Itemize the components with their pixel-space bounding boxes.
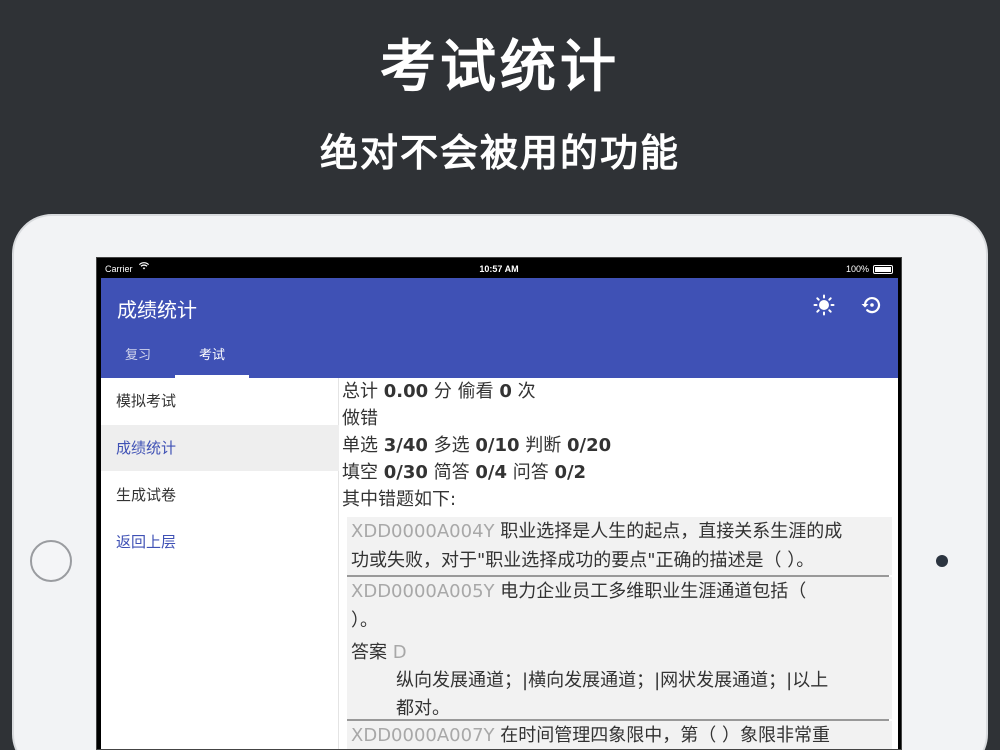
question-id: XDD0000A005Y — [351, 581, 495, 602]
sidebar-item-generate-paper[interactable]: 生成试卷 — [101, 472, 339, 518]
single-value: 3/40 — [383, 435, 428, 456]
sidebar: 模拟考试 成绩统计 生成试卷 返回上层 — [101, 378, 339, 749]
wrong-counts-line-2: 填空 0/30 简答 0/4 问答 0/2 — [342, 459, 586, 486]
peek-count: 0 — [499, 381, 512, 402]
history-icon[interactable] — [858, 292, 884, 318]
total-label: 总计 — [342, 381, 378, 402]
qa-value: 0/2 — [554, 462, 587, 483]
question-id: XDD0000A004Y — [351, 521, 495, 542]
multi-value: 0/10 — [475, 435, 520, 456]
question-text: 电力企业员工多维职业生涯通道包括（ — [500, 581, 807, 602]
question-text-cont: 功或失败，对于"职业选择成功的要点"正确的描述是（ ）。 — [351, 550, 815, 571]
answer-value: D — [392, 642, 407, 663]
question-card[interactable]: XDD0000A005Y 电力企业员工多维职业生涯通道包括（ ）。 答案 D 纵… — [347, 577, 892, 719]
single-label: 单选 — [342, 435, 378, 456]
question-card[interactable]: XDD0000A004Y 职业选择是人生的起点，直接关系生涯的成 功或失败，对于… — [347, 517, 892, 575]
wrong-label: 做错 — [342, 408, 378, 429]
answer-text: 纵向发展通道；|横向发展通道；|网状发展通道；|以上 — [396, 670, 829, 691]
short-label: 简答 — [433, 462, 470, 483]
tab-review[interactable]: 复习 — [101, 344, 175, 378]
judge-value: 0/20 — [566, 435, 612, 456]
sun-icon[interactable] — [811, 292, 837, 318]
app-bar: 成绩统计 复习 考试 — [101, 278, 898, 378]
camera-dot — [936, 555, 948, 567]
total-score: 0.00 — [383, 381, 429, 402]
sidebar-item-back[interactable]: 返回上层 — [101, 519, 339, 565]
page-title: 成绩统计 — [117, 298, 197, 322]
tab-exam[interactable]: 考试 — [175, 344, 249, 378]
multi-label: 多选 — [433, 435, 470, 456]
total-line: 总计 0.00 分 偷看 0 次 — [342, 378, 536, 405]
promo-title: 考试统计 — [380, 35, 620, 100]
question-line: XDD0000A005Y 电力企业员工多维职业生涯通道包括（ — [351, 577, 886, 606]
answer-line: 答案 D — [351, 638, 886, 667]
peek-label: 偷看 — [457, 381, 494, 402]
judge-label: 判断 — [525, 435, 562, 456]
wrong-counts-line-1: 单选 3/40 多选 0/10 判断 0/20 — [342, 432, 611, 459]
question-text: 在时间管理四象限中，第（ ）象限非常重 — [500, 725, 830, 746]
question-text-cont: ）。 — [351, 610, 378, 631]
battery-icon — [873, 265, 893, 274]
status-bar: Carrier 10:57 AM 100% — [99, 261, 899, 277]
promo-subtitle: 绝对不会被用的功能 — [319, 131, 680, 175]
short-value: 0/4 — [475, 462, 507, 483]
sidebar-item-score-stats[interactable]: 成绩统计 — [101, 425, 339, 471]
question-line: XDD0000A004Y 职业选择是人生的起点，直接关系生涯的成 — [351, 517, 886, 546]
answer-label: 答案 — [351, 642, 387, 663]
question-card[interactable]: XDD0000A007Y 在时间管理四象限中，第（ ）象限非常重 — [347, 721, 892, 749]
fill-label: 填空 — [342, 462, 378, 483]
status-time: 10:57 AM — [479, 264, 519, 274]
wrong-list-label: 其中错题如下: — [342, 489, 457, 510]
question-text: 职业选择是人生的起点，直接关系生涯的成 — [500, 521, 843, 542]
battery-percent: 100% — [845, 264, 869, 274]
stats-detail: 总计 0.00 分 偷看 0 次 做错 单选 3/40 多选 0/10 判断 0… — [342, 378, 898, 749]
home-button[interactable] — [30, 540, 72, 582]
peek-unit: 次 — [517, 381, 536, 402]
fill-value: 0/30 — [383, 462, 428, 483]
question-line: XDD0000A007Y 在时间管理四象限中，第（ ）象限非常重 — [351, 721, 886, 749]
sidebar-item-mock-exam[interactable]: 模拟考试 — [101, 378, 339, 424]
question-id: XDD0000A007Y — [351, 725, 495, 746]
qa-label: 问答 — [512, 462, 549, 483]
main-content: 模拟考试 成绩统计 生成试卷 返回上层 总计 0.00 分 偷看 0 次 做错 … — [101, 378, 898, 749]
device-screen: Carrier 10:57 AM 100% 成绩统计 复习 考试 模拟考试 成绩… — [96, 257, 902, 750]
score-unit: 分 — [433, 381, 452, 402]
